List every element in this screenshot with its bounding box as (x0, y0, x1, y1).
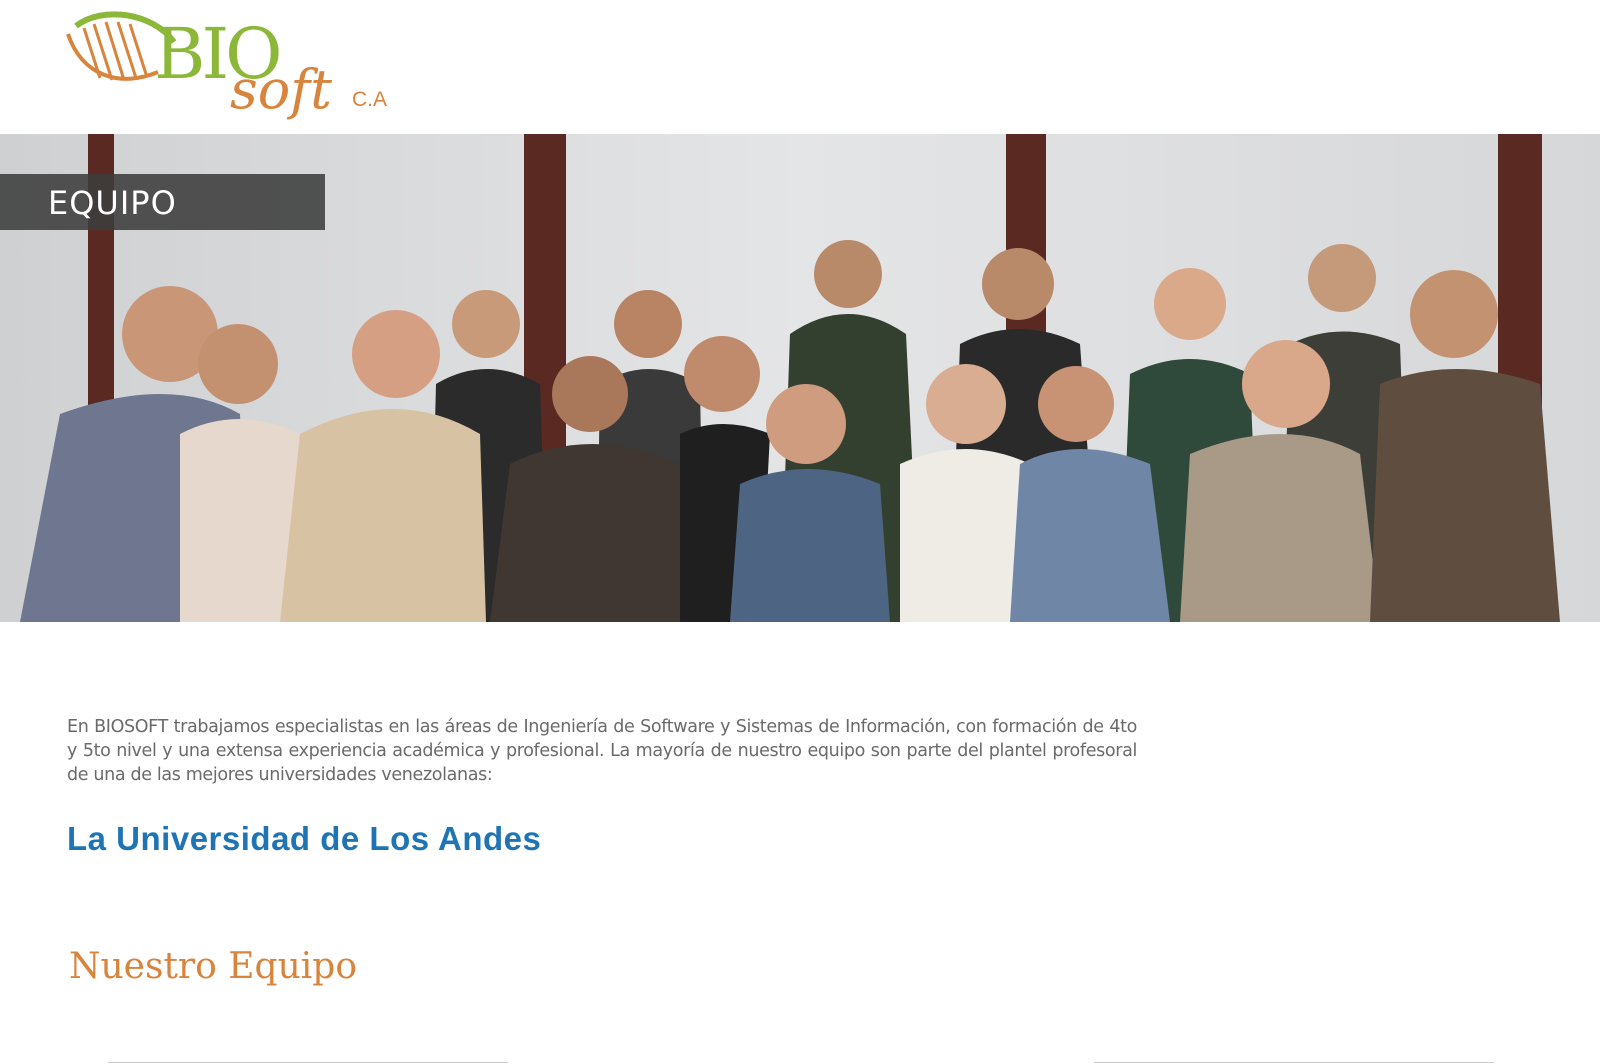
university-heading: La Universidad de Los Andes (67, 820, 542, 857)
logo-suffix-text: C.A (352, 88, 387, 111)
site-header: BIO soft C.A (0, 0, 1600, 134)
logo-soft-text: soft (230, 58, 332, 121)
section-title: Nuestro Equipo (69, 946, 357, 987)
section-title-part2: Equipo (228, 946, 358, 987)
banner-title: EQUIPO (48, 184, 177, 222)
section-banner: EQUIPO (0, 174, 325, 230)
intro-paragraph: En BIOSOFT trabajamos especialistas en l… (67, 717, 1137, 785)
section-title-part1: Nuestro (69, 946, 229, 987)
logo-graphic: BIO soft C.A (66, 11, 387, 121)
card-divider-left (108, 1062, 508, 1063)
biosoft-logo[interactable]: BIO soft C.A (62, 6, 402, 132)
team-hero: EQUIPO (0, 134, 1600, 622)
card-divider-right (1094, 1062, 1494, 1063)
